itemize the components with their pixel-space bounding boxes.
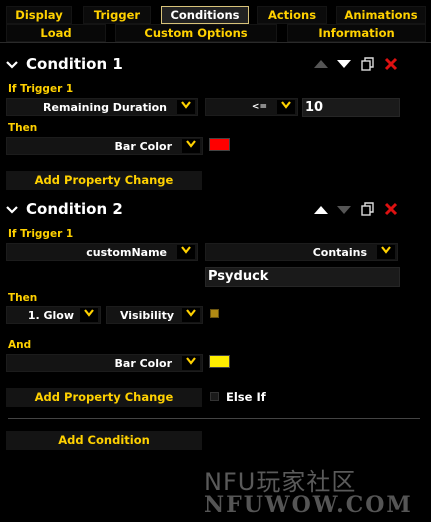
tab-custom-options[interactable]: Custom Options bbox=[115, 24, 277, 42]
triangle-down-icon[interactable] bbox=[336, 58, 352, 72]
dropdown-arrow-icon[interactable] bbox=[80, 308, 98, 322]
condition2-title: Condition 2 bbox=[26, 200, 123, 218]
tab-separator bbox=[0, 42, 431, 43]
visibility-checkbox[interactable] bbox=[210, 309, 219, 318]
dropdown-value: Bar Color bbox=[114, 140, 172, 153]
condition1-if-label: If Trigger 1 bbox=[8, 83, 74, 95]
condition2-and-property-dropdown[interactable]: Bar Color bbox=[6, 354, 203, 372]
condition2-then-label: Then bbox=[8, 292, 38, 304]
duplicate-icon[interactable] bbox=[361, 202, 374, 219]
dropdown-arrow-icon[interactable] bbox=[182, 139, 200, 153]
tab-load[interactable]: Load bbox=[6, 24, 106, 42]
condition1-then-label: Then bbox=[8, 122, 38, 134]
dropdown-arrow-icon[interactable] bbox=[177, 245, 195, 259]
condition2-operator-dropdown[interactable]: Contains bbox=[205, 243, 398, 261]
dropdown-arrow-icon[interactable] bbox=[182, 308, 200, 322]
duplicate-icon[interactable] bbox=[361, 57, 374, 74]
tab-display[interactable]: Display bbox=[6, 6, 72, 24]
condition1-property-dropdown[interactable]: Remaining Duration bbox=[6, 98, 198, 116]
dropdown-arrow-icon[interactable] bbox=[277, 100, 295, 114]
else-if-label: Else If bbox=[226, 390, 266, 404]
condition1-title: Condition 1 bbox=[26, 55, 123, 73]
dropdown-value: <= bbox=[251, 102, 267, 112]
condition1-add-property-button[interactable]: Add Property Change bbox=[6, 171, 202, 190]
triangle-down-icon[interactable] bbox=[336, 204, 352, 218]
condition2-target-dropdown[interactable]: 1. Glow bbox=[6, 306, 101, 324]
else-if-checkbox[interactable] bbox=[210, 392, 219, 401]
dropdown-value: customName bbox=[86, 246, 167, 259]
triangle-up-icon[interactable] bbox=[313, 58, 329, 72]
dropdown-value: 1. Glow bbox=[27, 309, 74, 322]
collapse-condition1-icon[interactable] bbox=[5, 57, 19, 75]
condition2-then-property-dropdown[interactable]: Visibility bbox=[106, 306, 203, 324]
tab-bar: Display Trigger Conditions Actions Anima… bbox=[0, 0, 431, 42]
condition2-color-swatch[interactable] bbox=[209, 355, 230, 368]
tab-trigger[interactable]: Trigger bbox=[83, 6, 151, 24]
condition1-operator-dropdown[interactable]: <= bbox=[205, 98, 298, 116]
dropdown-value: Bar Color bbox=[114, 357, 172, 370]
close-x-icon[interactable] bbox=[384, 57, 398, 74]
triangle-up-icon[interactable] bbox=[313, 204, 329, 218]
add-condition-button[interactable]: Add Condition bbox=[6, 431, 202, 450]
condition1-color-swatch[interactable] bbox=[209, 138, 230, 151]
dropdown-arrow-icon[interactable] bbox=[182, 356, 200, 370]
dropdown-value: Visibility bbox=[119, 309, 174, 322]
dropdown-value: Remaining Duration bbox=[43, 101, 167, 114]
dropdown-value: Contains bbox=[312, 246, 367, 259]
dropdown-arrow-icon[interactable] bbox=[377, 245, 395, 259]
tab-information[interactable]: Information bbox=[287, 24, 426, 42]
tab-actions[interactable]: Actions bbox=[257, 6, 327, 24]
condition2-add-property-button[interactable]: Add Property Change bbox=[6, 388, 202, 407]
tab-conditions[interactable]: Conditions bbox=[161, 6, 249, 24]
condition1-then-property-dropdown[interactable]: Bar Color bbox=[6, 137, 203, 155]
condition2-property-dropdown[interactable]: customName bbox=[6, 243, 198, 261]
watermark-url: NFUWOW.COM bbox=[204, 492, 413, 518]
section-divider bbox=[8, 418, 420, 419]
tab-animations[interactable]: Animations bbox=[336, 6, 426, 24]
condition2-if-label: If Trigger 1 bbox=[8, 228, 74, 240]
collapse-condition2-icon[interactable] bbox=[5, 202, 19, 220]
condition2-and-label: And bbox=[8, 339, 32, 351]
condition1-value-input[interactable]: 10 bbox=[302, 98, 400, 117]
dropdown-arrow-icon[interactable] bbox=[177, 100, 195, 114]
close-x-icon[interactable] bbox=[384, 202, 398, 219]
condition2-value-input[interactable]: Psyduck bbox=[205, 267, 400, 287]
